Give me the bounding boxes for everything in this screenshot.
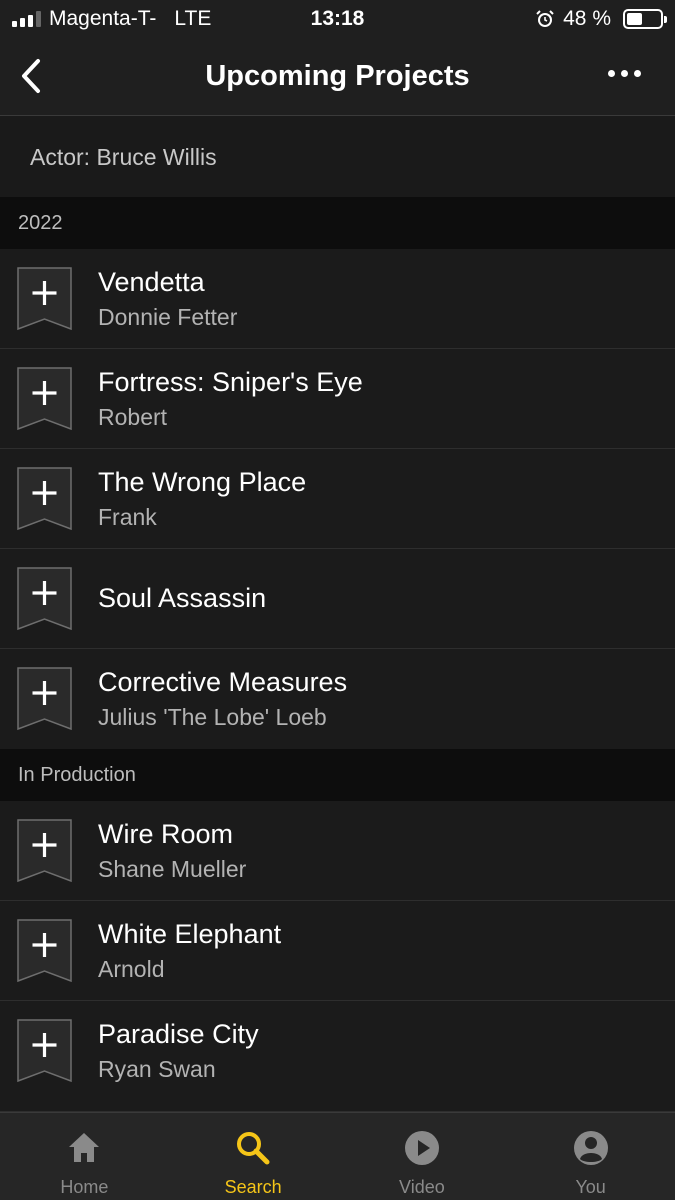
- battery-icon: [623, 9, 667, 29]
- home-icon: [69, 1133, 100, 1162]
- character-name: Donnie Fetter: [98, 304, 238, 330]
- character-name: Robert: [98, 404, 168, 430]
- character-name: Frank: [98, 504, 157, 530]
- tab-home[interactable]: Home: [0, 1113, 169, 1200]
- tab-you[interactable]: You: [506, 1113, 675, 1200]
- page-title: Upcoming Projects: [205, 60, 470, 92]
- project-title: White Elephant: [98, 919, 282, 949]
- project-title: Wire Room: [98, 819, 234, 849]
- add-to-watchlist-icon[interactable]: [17, 567, 72, 631]
- user-icon: [573, 1131, 608, 1165]
- list-item[interactable]: Paradise City Ryan Swan: [0, 1001, 675, 1112]
- list-item[interactable]: Fortress: Sniper's Eye Robert: [0, 349, 675, 449]
- section-header-in-production: In Production: [0, 749, 675, 801]
- list-item[interactable]: Corrective Measures Julius 'The Lobe' Lo…: [0, 649, 675, 749]
- add-to-watchlist-icon[interactable]: [17, 667, 72, 731]
- add-to-watchlist-icon[interactable]: [17, 467, 72, 531]
- alarm-icon: [536, 10, 554, 27]
- status-bar: Magenta-T- LTE 13:18 48 %: [0, 0, 675, 40]
- list-item[interactable]: White Elephant Arnold: [0, 901, 675, 1001]
- add-to-watchlist-icon[interactable]: [17, 819, 72, 883]
- add-to-watchlist-icon[interactable]: [17, 1019, 72, 1083]
- project-title: Corrective Measures: [98, 667, 348, 697]
- project-title: Fortress: Sniper's Eye: [98, 367, 363, 397]
- add-to-watchlist-icon[interactable]: [17, 267, 72, 331]
- tab-video-label: Video: [399, 1177, 445, 1197]
- tab-search-label: Search: [224, 1177, 282, 1197]
- add-to-watchlist-icon[interactable]: [17, 919, 72, 983]
- add-to-watchlist-icon[interactable]: [17, 367, 72, 431]
- project-title: Paradise City: [98, 1019, 259, 1049]
- project-title: Vendetta: [98, 267, 205, 297]
- list-item[interactable]: Soul Assassin: [0, 549, 675, 649]
- tab-video[interactable]: Video: [338, 1113, 507, 1200]
- character-name: Arnold: [98, 956, 165, 982]
- project-title: Soul Assassin: [98, 583, 267, 613]
- character-name: Ryan Swan: [98, 1056, 216, 1082]
- tab-you-label: You: [575, 1177, 606, 1197]
- list-item[interactable]: Wire Room Shane Mueller: [0, 801, 675, 901]
- character-name: Julius 'The Lobe' Loeb: [98, 704, 327, 730]
- tab-search[interactable]: Search: [169, 1113, 338, 1200]
- list-item[interactable]: Vendetta Donnie Fetter: [0, 249, 675, 349]
- tab-bar: Home Search Video You: [0, 1112, 675, 1200]
- more-options-icon[interactable]: [608, 70, 641, 77]
- search-icon: [237, 1132, 270, 1165]
- play-icon: [404, 1131, 439, 1165]
- section-header-2022: 2022: [0, 197, 675, 249]
- tab-home-label: Home: [60, 1177, 109, 1197]
- list-item[interactable]: The Wrong Place Frank: [0, 449, 675, 549]
- navigation-bar: Upcoming Projects: [0, 40, 675, 116]
- actor-label: Actor: Bruce Willis: [0, 117, 675, 197]
- character-name: Shane Mueller: [98, 856, 247, 882]
- project-title: The Wrong Place: [98, 467, 307, 497]
- battery-percent: 48 %: [563, 7, 611, 30]
